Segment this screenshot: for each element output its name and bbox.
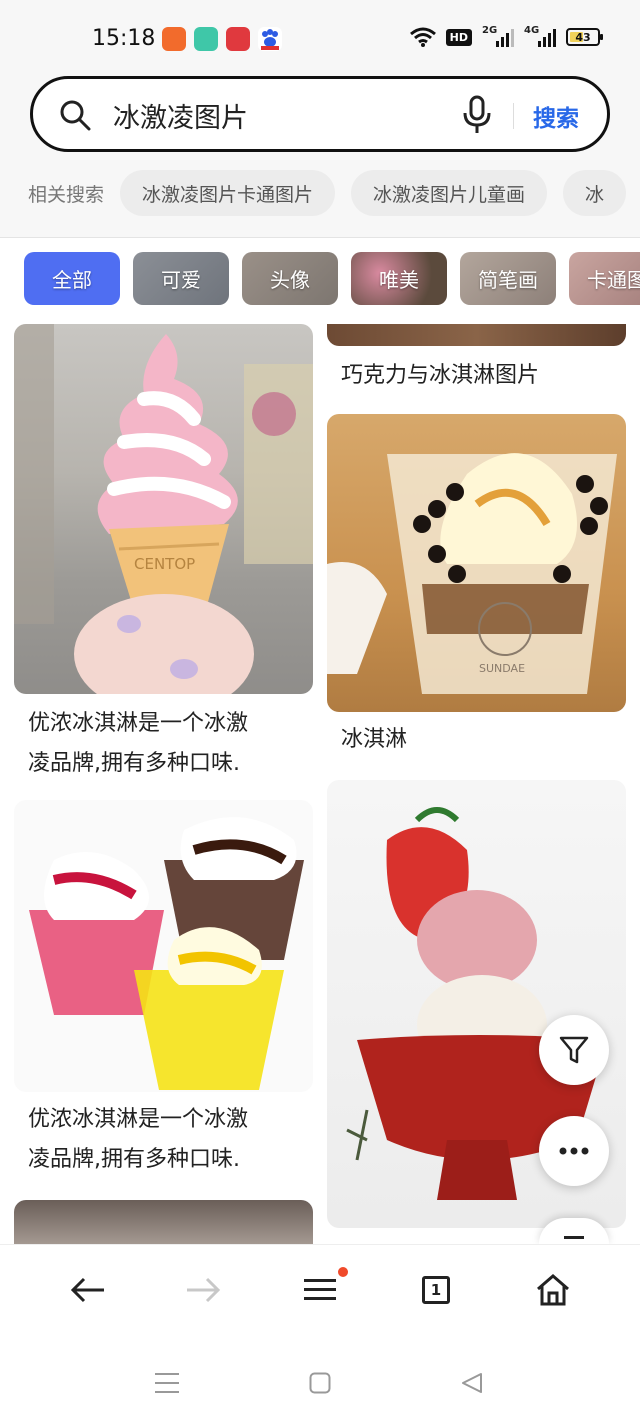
result-caption[interactable]: 优浓冰淇淋是一个冰激 凌品牌,拥有多种口味. (28, 1100, 308, 1180)
status-bar: 15:18 HD 2G 4G 43 (0, 0, 640, 76)
browser-bottom-nav: 1 (0, 1244, 640, 1334)
signal-icon: 4G (524, 25, 556, 47)
search-button[interactable]: 搜索 (533, 99, 579, 133)
filter-tags: 全部 可爱 头像 唯美 简笔画 卡通图 (24, 252, 640, 306)
tag-avatar[interactable]: 头像 (242, 252, 338, 305)
tag-all[interactable]: 全部 (24, 252, 120, 305)
related-search-chip[interactable]: 冰激凌图片卡通图片 (120, 170, 336, 216)
app-notification-icon (226, 27, 250, 51)
forward-arrow-icon (187, 1277, 221, 1303)
related-searches: 相关搜索 冰激凌图片卡通图片 冰激凌图片儿童画 冰 (28, 170, 640, 216)
tag-cartoon[interactable]: 卡通图 (569, 252, 640, 305)
collapse-icon (564, 1236, 584, 1239)
caption-line: 优浓冰淇淋是一个冰激 (28, 711, 249, 736)
divider (513, 103, 514, 129)
signal-label: 4G (524, 25, 540, 36)
related-searches-label: 相关搜索 (28, 183, 105, 206)
app-notification-icon (162, 27, 186, 51)
result-caption[interactable]: 冰淇淋 (341, 720, 621, 760)
caption-line: 优浓冰淇淋是一个冰激 (28, 1107, 249, 1132)
caption-line: 凌品牌,拥有多种口味. (28, 751, 240, 776)
result-image[interactable]: CENTOP (14, 324, 313, 694)
tag-label: 全部 (52, 268, 92, 292)
tabs-button[interactable]: 1 (411, 1265, 461, 1315)
home-icon (537, 1274, 569, 1306)
system-nav-bar (0, 1334, 640, 1422)
back-button[interactable] (63, 1265, 113, 1315)
signal-icon: 2G (482, 25, 514, 47)
wifi-icon (409, 27, 436, 47)
app-notification-icon (194, 27, 218, 51)
back-triangle-icon[interactable] (460, 1371, 484, 1395)
search-input[interactable] (113, 95, 443, 135)
tag-label: 唯美 (379, 268, 419, 292)
result-image[interactable] (14, 800, 313, 1092)
filter-button[interactable] (539, 1015, 609, 1085)
baidu-paw-icon (258, 27, 282, 51)
related-search-chip[interactable]: 冰激凌图片儿童画 (351, 170, 548, 216)
result-image[interactable] (327, 324, 626, 346)
hd-badge: HD (445, 28, 472, 46)
battery-icon: 43 (566, 28, 603, 46)
result-caption[interactable]: 优浓冰淇淋是一个冰激 凌品牌,拥有多种口味. (28, 704, 308, 784)
result-image[interactable]: SUNDAE (327, 414, 626, 712)
tag-aesthetic[interactable]: 唯美 (351, 252, 447, 305)
forward-button[interactable] (178, 1265, 228, 1315)
sundae-cups-image (29, 817, 304, 1090)
notification-icons (162, 27, 282, 51)
menu-button[interactable] (295, 1265, 348, 1315)
tag-cute[interactable]: 可爱 (133, 252, 229, 305)
more-button[interactable] (539, 1116, 609, 1186)
caption-line: 凌品牌,拥有多种口味. (28, 1147, 240, 1172)
filter-icon (559, 1036, 589, 1064)
battery-level: 43 (575, 30, 591, 44)
status-indicators: HD 2G 4G 43 (409, 25, 603, 47)
result-image[interactable] (14, 1200, 313, 1244)
more-dots-icon (559, 1147, 589, 1155)
tag-label: 可爱 (161, 268, 201, 292)
tag-label: 头像 (270, 268, 310, 292)
tab-count: 1 (422, 1276, 450, 1304)
cone-brand-text: CENTOP (134, 555, 195, 573)
back-arrow-icon (70, 1277, 104, 1303)
cup-brand-text: SUNDAE (479, 662, 525, 675)
tag-sketch[interactable]: 简笔画 (460, 252, 556, 305)
tag-label: 简笔画 (478, 268, 538, 292)
image-results: CENTOP 优浓冰淇淋是一个冰激 凌品牌,拥有多种口味. 优浓冰淇淋是一个冰激… (0, 324, 640, 1244)
boba-sundae-image: SUNDAE (327, 453, 617, 694)
notification-dot (338, 1267, 348, 1277)
status-time: 15:18 (92, 26, 156, 51)
search-icon (60, 100, 91, 131)
signal-label: 2G (482, 25, 498, 36)
result-caption[interactable]: 巧克力与冰淇淋图片 (341, 356, 621, 396)
microphone-icon[interactable] (461, 95, 493, 135)
related-search-chip[interactable]: 冰 (563, 170, 627, 216)
hd-label: HD (449, 30, 468, 44)
tag-label: 卡通图 (587, 268, 640, 292)
recent-apps-icon[interactable] (155, 1372, 179, 1394)
search-bar[interactable]: 搜索 (30, 76, 610, 152)
home-square-icon[interactable] (309, 1372, 331, 1394)
ice-cream-cone-image: CENTOP (14, 324, 313, 694)
home-button[interactable] (528, 1265, 578, 1315)
menu-icon (304, 1279, 336, 1300)
